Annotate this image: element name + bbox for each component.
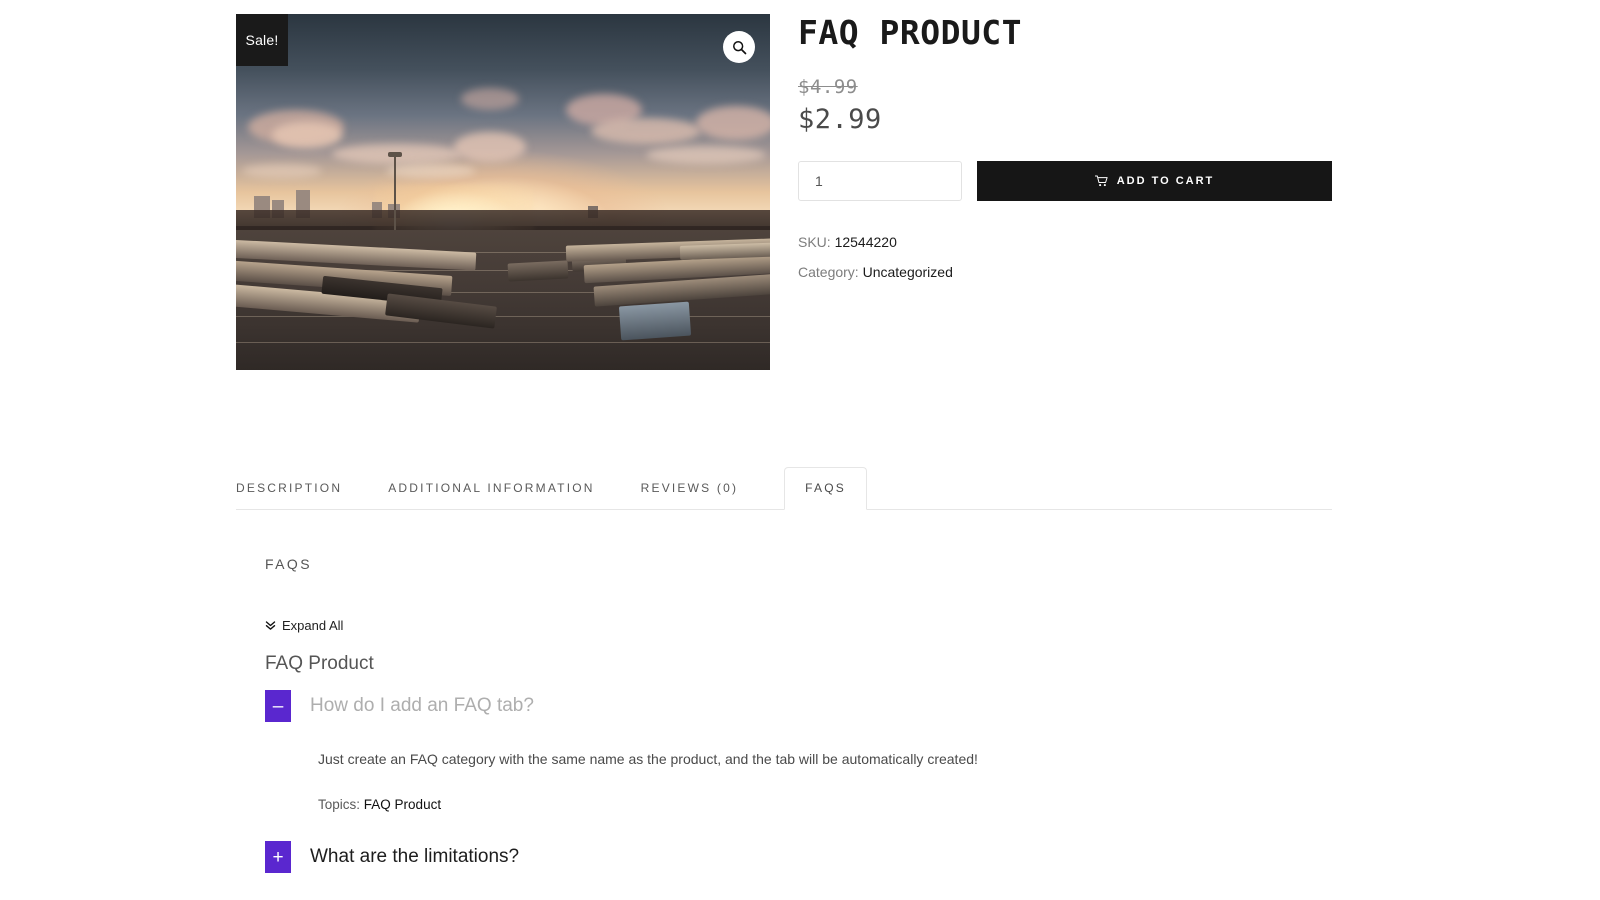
sku-row: SKU: 12544220 <box>798 227 1332 257</box>
chevron-double-down-icon <box>265 620 276 631</box>
cloud <box>454 132 526 162</box>
freight-train <box>618 301 692 341</box>
tab-reviews[interactable]: REVIEWS (0) <box>641 481 739 509</box>
original-price: $4.99 <box>798 75 858 98</box>
faq-question-header[interactable]: + What are the limitations? <box>265 841 1335 874</box>
faq-item: – How do I add an FAQ tab? Just create a… <box>265 690 1335 812</box>
add-to-cart-form: ADD TO CART <box>798 160 1332 201</box>
expand-all-label: Expand All <box>282 618 344 633</box>
faq-answer-body: Just create an FAQ category with the sam… <box>318 748 1335 812</box>
search-icon[interactable] <box>723 31 755 63</box>
cloud <box>272 122 342 148</box>
category-label: Category: <box>798 264 859 281</box>
cloud <box>242 164 322 178</box>
faq-group-title: FAQ Product <box>265 653 374 674</box>
tab-faqs[interactable]: FAQS <box>784 467 867 510</box>
panel-heading: FAQS <box>265 556 312 572</box>
rail-line <box>236 342 770 343</box>
minus-icon[interactable]: – <box>265 690 291 722</box>
sku-value: 12544220 <box>834 233 897 250</box>
quantity-input[interactable] <box>798 160 962 201</box>
tab-additional-information[interactable]: ADDITIONAL INFORMATION <box>388 481 594 509</box>
plus-icon[interactable]: + <box>265 841 291 874</box>
product-page: Sale! FAQ PRODUCT $4.99 $2.99 1 ADD TO C… <box>0 0 1600 900</box>
cloud <box>591 118 701 144</box>
light-mast <box>388 152 402 234</box>
expand-all-button[interactable]: Expand All <box>265 618 343 633</box>
product-image[interactable] <box>236 14 770 370</box>
faqs-panel: FAQS Expand All FAQ Product – How do I a… <box>265 556 1335 874</box>
shopping-cart-icon <box>1094 175 1108 187</box>
rail-line <box>236 316 770 317</box>
faq-answer-text: Just create an FAQ category with the sam… <box>318 751 978 767</box>
product-summary: FAQ PRODUCT $4.99 $2.99 ADD TO CART <box>798 14 1332 287</box>
faq-topic-link[interactable]: FAQ Product <box>364 797 441 812</box>
price-block: $4.99 $2.99 <box>798 76 1332 135</box>
add-to-cart-label: ADD TO CART <box>1116 174 1215 187</box>
faq-topics-label: Topics: <box>318 797 361 813</box>
freight-train <box>507 260 569 282</box>
tab-list: DESCRIPTION ADDITIONAL INFORMATION REVIE… <box>236 466 1332 510</box>
product-meta: SKU: 12544220 Category: Uncategorized <box>798 227 1332 287</box>
sale-badge: Sale! <box>236 14 288 66</box>
cloud <box>386 164 476 178</box>
category-link[interactable]: Uncategorized <box>863 264 953 280</box>
cloud <box>646 146 766 164</box>
faq-topics: Topics: FAQ Product <box>318 797 1335 812</box>
add-to-cart-button[interactable]: ADD TO CART <box>977 160 1332 201</box>
faq-question-text: What are the limitations? <box>310 846 520 868</box>
cloud <box>696 106 770 140</box>
sku-label: SKU: <box>798 233 831 250</box>
freight-train <box>679 242 770 260</box>
sale-price: $2.99 <box>798 103 882 135</box>
page-title: FAQ PRODUCT <box>798 13 1023 52</box>
tab-description[interactable]: DESCRIPTION <box>236 481 342 509</box>
cloud <box>461 88 519 110</box>
product-tabs: DESCRIPTION ADDITIONAL INFORMATION REVIE… <box>236 466 1332 510</box>
faq-question-text: How do I add an FAQ tab? <box>310 695 534 716</box>
faq-question-header[interactable]: – How do I add an FAQ tab? <box>265 690 1335 722</box>
faq-item: + What are the limitations? <box>265 841 1335 874</box>
category-row: Category: Uncategorized <box>798 257 1332 287</box>
product-gallery[interactable]: Sale! <box>236 14 770 370</box>
